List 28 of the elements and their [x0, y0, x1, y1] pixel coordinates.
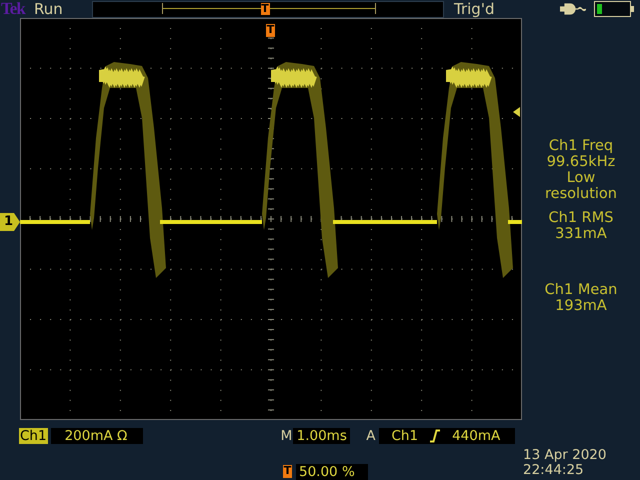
trigger-marker[interactable]: T — [266, 24, 275, 37]
channel-marker[interactable]: 1 — [0, 213, 20, 231]
channel-badge[interactable]: Ch1 — [19, 428, 48, 444]
trigger-label: A — [366, 428, 376, 444]
trigger-position: 50.00 % — [296, 464, 368, 480]
trigger-position-icon: T — [283, 465, 292, 478]
power-plug-icon — [560, 2, 586, 16]
measurement-value: 193mA — [555, 298, 607, 314]
acquisition-state: Run — [34, 0, 64, 18]
trigger-level: 440mA — [452, 428, 500, 444]
measurement-note: Low resolution — [544, 170, 618, 202]
measurement-value: 99.65kHz — [546, 154, 616, 170]
timebase-value: 1.00ms — [293, 428, 350, 444]
date: 13 Apr 2020 — [523, 448, 606, 463]
logo: Tek — [1, 0, 26, 19]
battery-icon — [594, 1, 634, 17]
trigger-position-marker: T — [260, 3, 270, 15]
trigger-status: Trig'd — [454, 0, 496, 18]
time: 22:44:25 — [523, 463, 585, 478]
measurement-label: Ch1 Freq — [548, 138, 614, 154]
timebase-label: M — [280, 428, 292, 444]
measurement-value: 331mA — [555, 226, 607, 242]
measurement-label: Ch1 Mean — [544, 282, 618, 298]
measurement-label: Ch1 RMS — [548, 210, 614, 226]
trigger-level-arrow-icon[interactable] — [513, 107, 520, 117]
rising-edge-icon — [430, 429, 440, 443]
vertical-scale: 200mA Ω — [50, 428, 143, 444]
trigger-source: Ch1 — [391, 428, 418, 444]
